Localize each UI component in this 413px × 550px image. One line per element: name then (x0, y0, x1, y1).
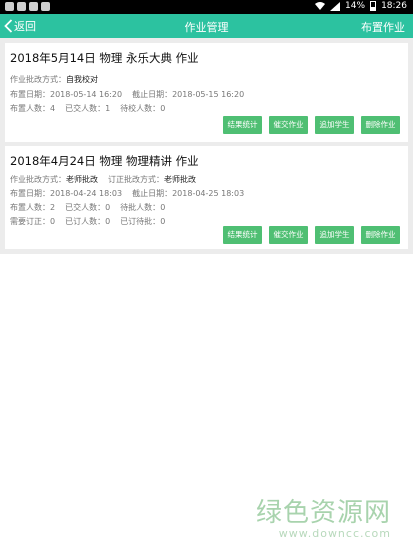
count-line: 布置人数：2 已交人数：0 待批人数：0 (10, 202, 165, 213)
remind-submit-button[interactable]: 催交作业 (269, 226, 308, 244)
remind-submit-button[interactable]: 催交作业 (269, 116, 308, 134)
action-buttons: 结果统计 催交作业 追加学生 删除作业 (223, 226, 400, 244)
pending-value: 0 (160, 203, 166, 212)
deadline-label: 截止日期： (132, 90, 173, 99)
review-method-label: 作业批改方式： (10, 75, 66, 84)
signal-icon (330, 1, 341, 11)
status-bar: 14% 18:26 (0, 0, 413, 14)
assignment-title: 2018年5月14日 物理 永乐大典 作业 (10, 51, 199, 65)
submitted-label: 已交人数： (65, 104, 106, 113)
corrected-pending-value: 0 (160, 217, 166, 226)
watermark: 绿色资源网 www.downcc.com (256, 492, 391, 540)
notification-icon (29, 2, 38, 11)
notification-icon (17, 2, 26, 11)
assigned-label: 布置人数： (10, 203, 50, 212)
assignment-card[interactable]: 2018年4月24日 物理 物理精讲 作业 作业批改方式：老师批改 订正批改方式：… (5, 146, 408, 249)
assignment-list: 2018年5月14日 物理 永乐大典 作业 作业批改方式：自我校对 布置日期：2… (0, 38, 413, 254)
correction-count-line: 需要订正：0 已订人数：0 已订待批：0 (10, 216, 165, 227)
review-method-line: 作业批改方式：老师批改 订正批改方式：老师批改 (10, 174, 196, 185)
review-method-label: 作业批改方式： (10, 175, 66, 184)
battery-percent: 14% (345, 1, 366, 11)
review-method-value: 自我校对 (66, 75, 98, 84)
page-title: 作业管理 (184, 21, 229, 34)
notification-icon (5, 2, 14, 11)
pending-value: 0 (160, 104, 166, 113)
wifi-icon (315, 1, 326, 10)
review-method-line: 作业批改方式：自我校对 (10, 74, 98, 85)
assigned-value: 2 (50, 203, 56, 212)
pending-label: 待批人数： (120, 203, 161, 212)
add-student-button[interactable]: 追加学生 (315, 116, 354, 134)
notification-icon (41, 2, 50, 11)
status-right: 14% 18:26 (315, 1, 407, 11)
assigned-label: 布置人数： (10, 104, 50, 113)
submitted-label: 已交人数： (65, 203, 106, 212)
review-method-value: 老师批改 (66, 175, 98, 184)
pending-label: 待校人数： (120, 104, 161, 113)
corrected-pending-label: 已订待批： (120, 217, 161, 226)
deadline-value: 2018-04-25 18:03 (172, 189, 245, 198)
clock: 18:26 (381, 1, 407, 11)
submitted-value: 0 (105, 203, 111, 212)
delete-homework-button[interactable]: 删除作业 (361, 116, 400, 134)
header: 返回 作业管理 布置作业 (0, 14, 413, 38)
submitted-value: 1 (105, 104, 111, 113)
assign-homework-button[interactable]: 布置作业 (361, 19, 405, 35)
delete-homework-button[interactable]: 删除作业 (361, 226, 400, 244)
assign-date-label: 布置日期： (10, 189, 50, 198)
correction-method-label: 订正批改方式： (108, 175, 164, 184)
count-line: 布置人数：4 已交人数：1 待校人数：0 (10, 103, 165, 114)
battery-icon (370, 1, 377, 11)
corrected-label: 已订人数： (65, 217, 106, 226)
need-correct-label: 需要订正： (10, 217, 50, 226)
watermark-logo: 绿色资源网 (255, 498, 391, 528)
deadline-value: 2018-05-15 16:20 (172, 90, 245, 99)
result-stats-button[interactable]: 结果统计 (223, 116, 262, 134)
deadline-label: 截止日期： (132, 189, 173, 198)
assigned-value: 4 (50, 104, 56, 113)
result-stats-button[interactable]: 结果统计 (223, 226, 262, 244)
assign-date-label: 布置日期： (10, 90, 50, 99)
action-buttons: 结果统计 催交作业 追加学生 删除作业 (223, 116, 400, 134)
assignment-title: 2018年4月24日 物理 物理精讲 作业 (10, 154, 199, 168)
date-line: 布置日期：2018-05-14 16:20 截止日期：2018-05-15 16:… (10, 89, 244, 100)
notification-icons (5, 2, 50, 11)
need-correct-value: 0 (50, 217, 56, 226)
date-line: 布置日期：2018-04-24 18:03 截止日期：2018-04-25 18:… (10, 188, 244, 199)
assignment-card[interactable]: 2018年5月14日 物理 永乐大典 作业 作业批改方式：自我校对 布置日期：2… (5, 43, 408, 142)
corrected-value: 0 (105, 217, 111, 226)
add-student-button[interactable]: 追加学生 (315, 226, 354, 244)
assign-date-value: 2018-04-24 18:03 (50, 189, 123, 198)
assign-date-value: 2018-05-14 16:20 (50, 90, 123, 99)
correction-method-value: 老师批改 (164, 175, 196, 184)
